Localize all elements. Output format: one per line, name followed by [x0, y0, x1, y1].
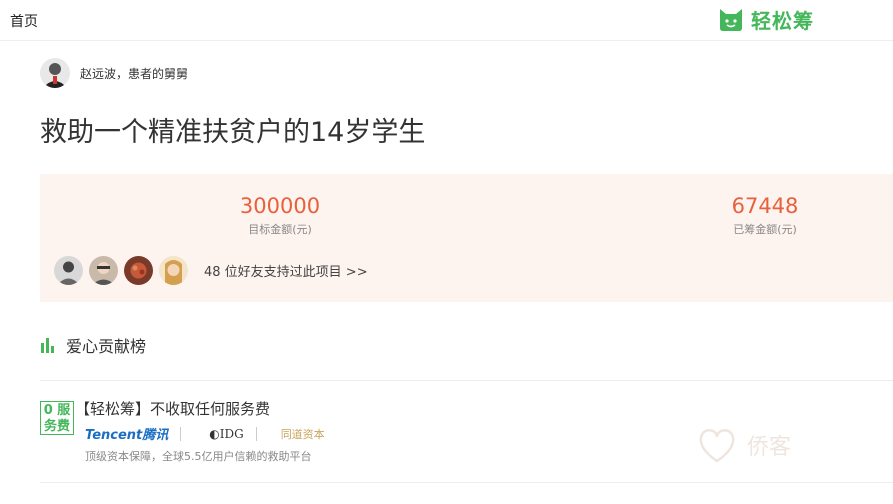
raised-amount-block: 67448 已筹金额(元) — [665, 194, 865, 237]
ranking-label: 爱心贡献榜 — [66, 337, 147, 356]
author-info: 赵远波，患者的舅舅 — [40, 58, 188, 88]
target-amount: 300000 — [239, 194, 321, 218]
promo-subtitle: 顶级资本保障，全球5.5亿用户信赖的救助平台 — [85, 450, 312, 463]
bar-chart-icon — [41, 338, 54, 353]
badge-line-1: 0 服 — [43, 403, 71, 418]
fundraising-stats-panel: 300000 目标金额(元) 67448 已筹金额(元) 48 位好友支持过此项… — [40, 174, 893, 302]
raised-amount-label: 已筹金额(元) — [733, 223, 797, 236]
target-amount-block: 300000 目标金额(元) — [180, 194, 380, 237]
brand-logo[interactable]: 轻松筹 — [717, 5, 814, 34]
logo-separator — [255, 426, 257, 441]
investor-logos: Tencent腾讯 ◐IDG 同道资本 — [85, 424, 325, 443]
author-avatar[interactable] — [40, 58, 70, 88]
badge-line-2: 务费 — [43, 419, 70, 434]
supporting-friends[interactable]: 48 位好友支持过此项目 >> — [54, 256, 368, 285]
heart-hands-icon — [699, 429, 735, 463]
cat-logo-icon — [720, 8, 742, 31]
brand-name: 轻松筹 — [751, 9, 814, 33]
love-contribution-ranking[interactable]: 爱心贡献榜 — [40, 333, 146, 357]
fund-logo: 同道资本 — [280, 427, 325, 441]
friend-avatar — [124, 256, 153, 285]
watermark: 侨客 — [695, 425, 791, 465]
top-bar: 首页 轻松筹 — [0, 0, 893, 41]
tencent-logo: Tencent腾讯 — [85, 428, 169, 443]
home-link[interactable]: 首页 — [10, 11, 38, 31]
divider — [40, 380, 893, 381]
author-name: 赵远波，患者的舅舅 — [80, 66, 189, 81]
friend-avatar — [159, 256, 188, 285]
idg-logo: ◐IDG — [209, 426, 244, 441]
raised-amount: 67448 — [731, 194, 799, 218]
promo-title: 【轻松筹】不收取任何服务费 — [75, 400, 271, 418]
friend-avatar — [89, 256, 118, 285]
target-amount-label: 目标金额(元) — [248, 223, 312, 236]
divider — [40, 482, 893, 483]
watermark-text: 侨客 — [747, 435, 792, 460]
friends-support-link[interactable]: 48 位好友支持过此项目 >> — [204, 261, 368, 280]
zero-fee-badge: 0 服 务费 — [40, 401, 74, 435]
friend-avatar — [54, 256, 83, 285]
logo-separator — [180, 426, 182, 441]
project-title: 救助一个精准扶贫户的14岁学生 — [40, 117, 426, 148]
